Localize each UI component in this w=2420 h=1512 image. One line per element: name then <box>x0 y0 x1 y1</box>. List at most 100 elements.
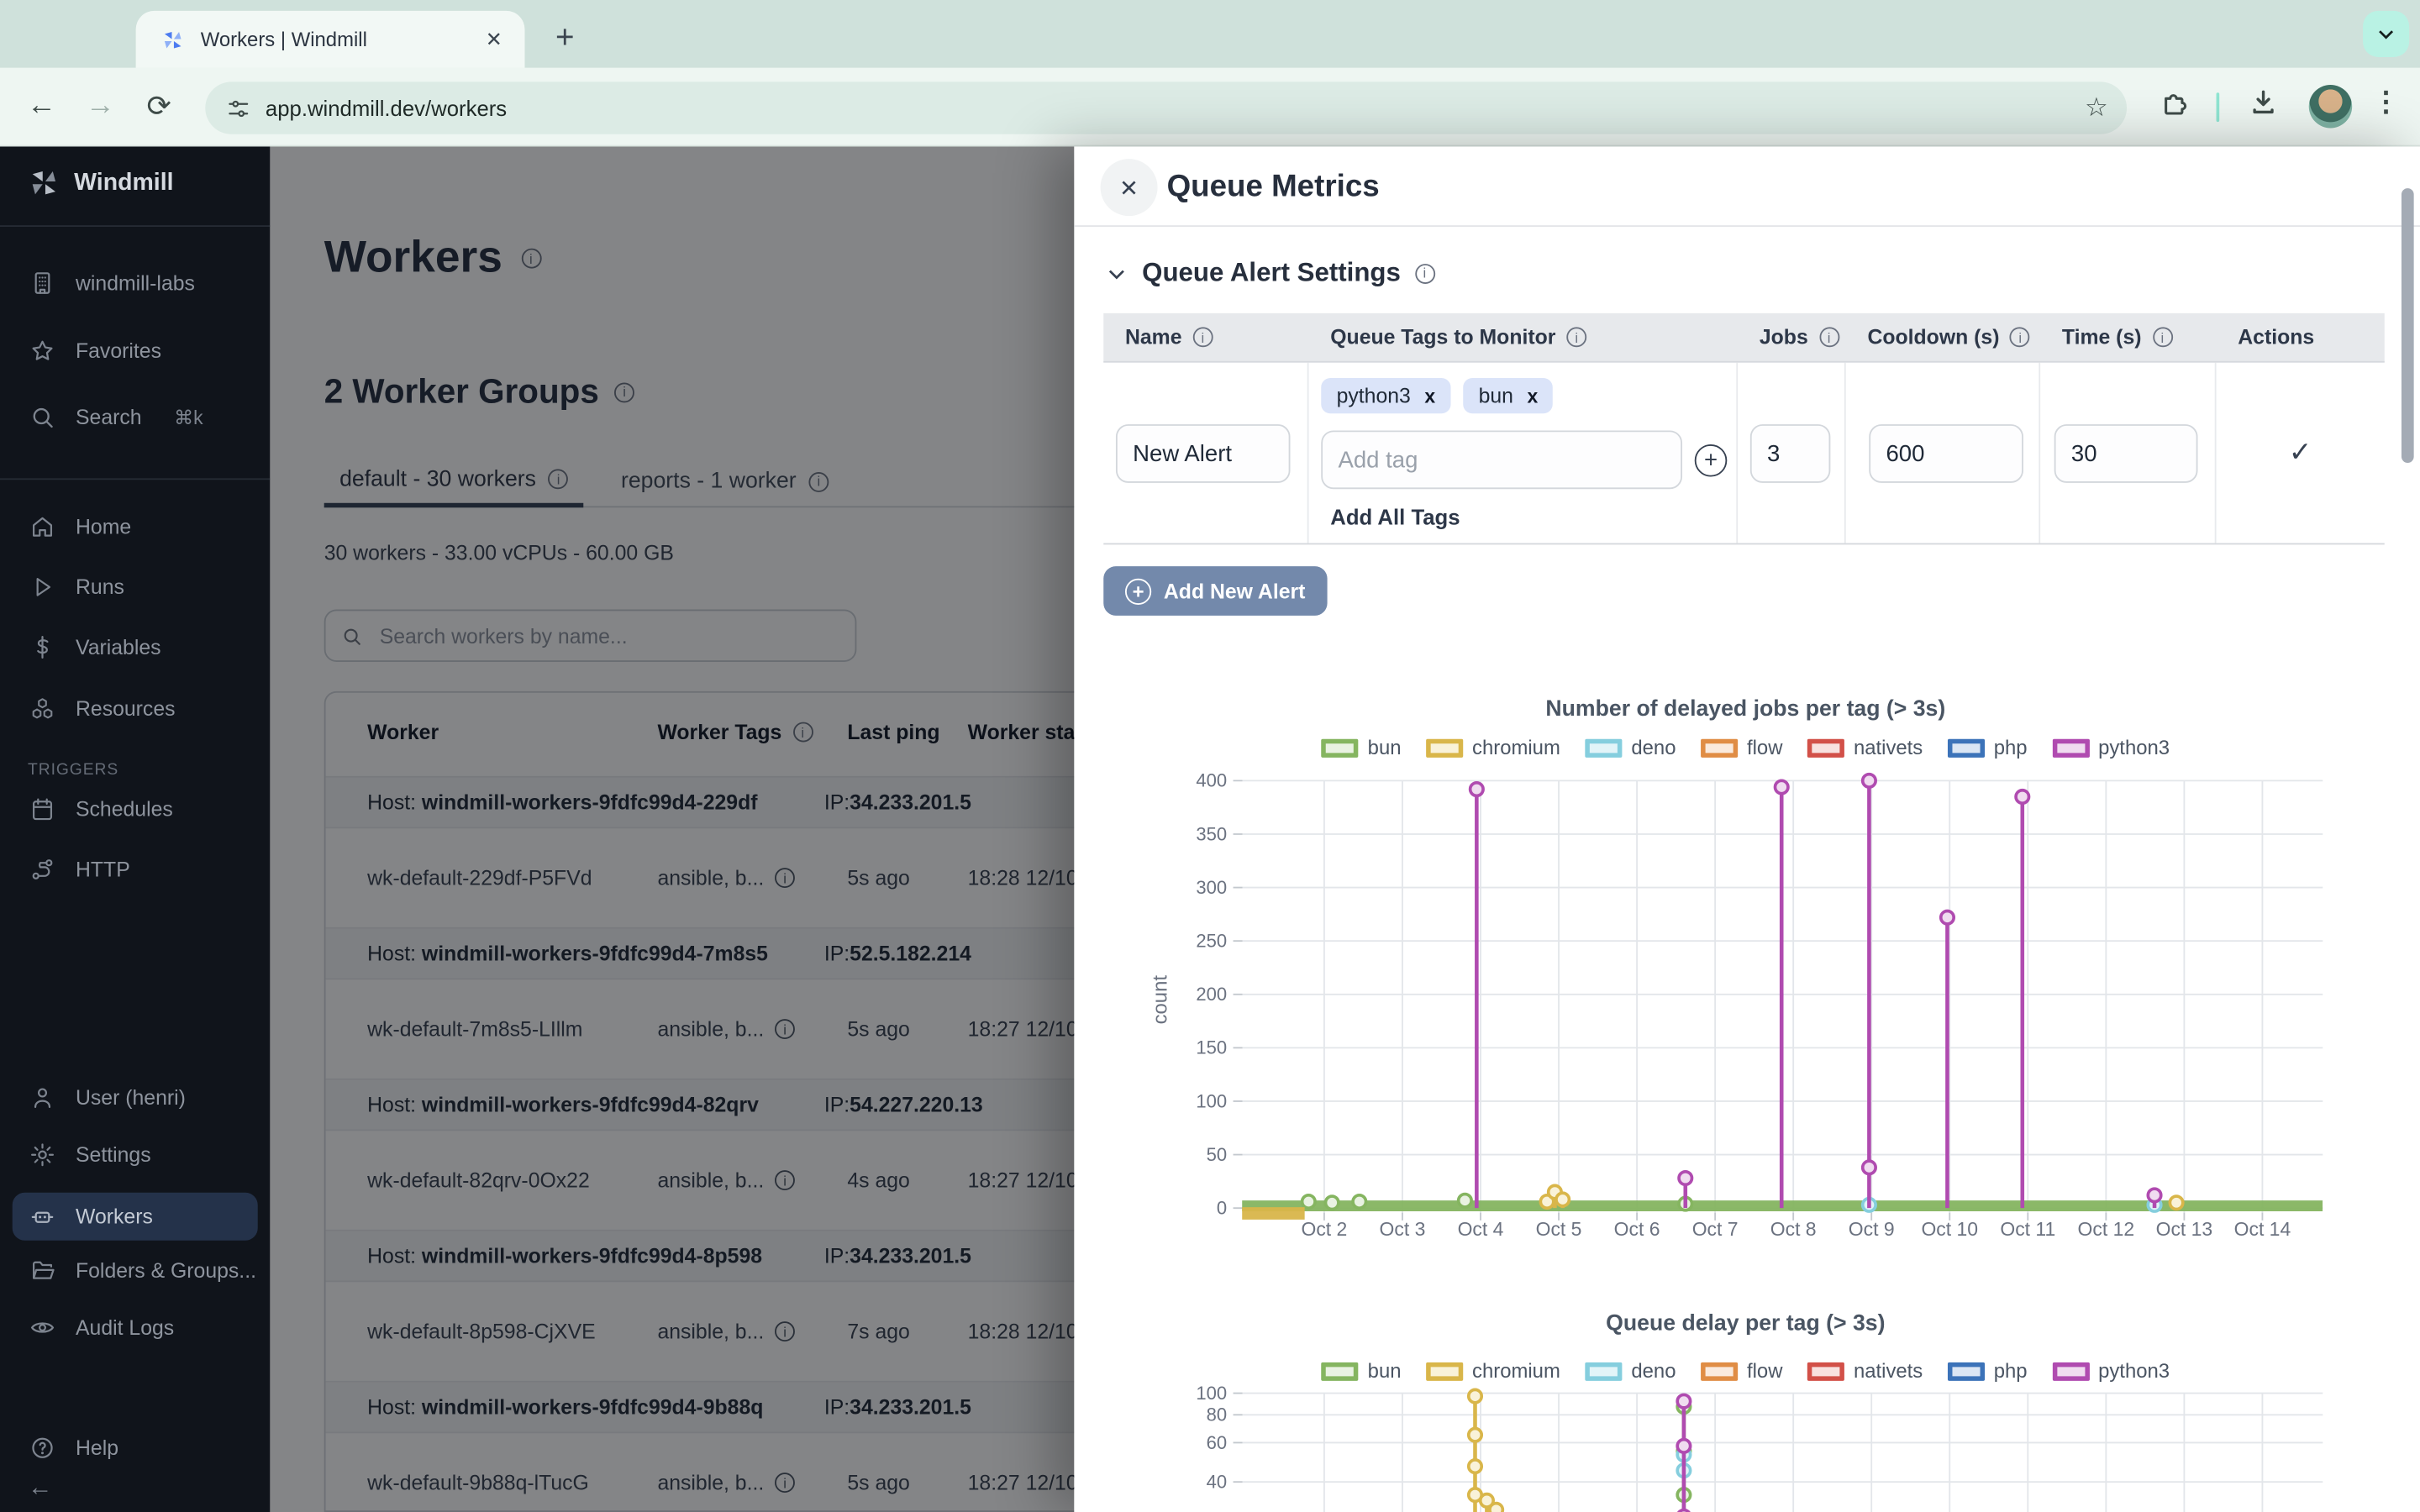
sidebar-divider <box>0 225 270 227</box>
sidebar: Windmill windmill-labs Favorites <box>0 146 270 1512</box>
url-text[interactable]: app.windmill.dev/workers <box>266 96 2085 120</box>
info-icon[interactable]: i <box>1414 263 1434 283</box>
legend-item-bun[interactable]: bun <box>1322 736 1402 759</box>
add-new-alert-button[interactable]: + Add New Alert <box>1103 566 1327 616</box>
site-settings-icon[interactable] <box>227 97 250 120</box>
tab-title: Workers | Windmill <box>201 28 479 51</box>
info-icon[interactable]: i <box>2152 327 2172 347</box>
confirm-check-icon[interactable]: ✓ <box>2289 437 2312 470</box>
sidebar-item-resources[interactable]: Resources <box>28 690 175 727</box>
add-tag-input[interactable] <box>1321 430 1682 489</box>
home-icon <box>28 512 55 540</box>
legend-item-chromium[interactable]: chromium <box>1426 1359 1560 1383</box>
sidebar-item-search[interactable]: Search ⌘k <box>28 398 203 435</box>
info-icon[interactable]: i <box>1192 327 1213 347</box>
sidebar-item-variables[interactable]: Variables <box>28 628 160 665</box>
info-icon[interactable]: i <box>2010 327 2030 347</box>
legend-item-deno[interactable]: deno <box>1585 736 1676 759</box>
legend-item-python3[interactable]: python3 <box>2052 1359 2170 1383</box>
section-title: Queue Alert Settings <box>1142 258 1401 289</box>
reload-button[interactable]: ⟳ <box>139 87 179 127</box>
sidebar-item-http[interactable]: HTTP <box>28 850 130 887</box>
legend-item-python3[interactable]: python3 <box>2052 736 2170 759</box>
drawer-scrollbar[interactable] <box>2402 188 2414 463</box>
svg-text:80: 80 <box>1207 1404 1228 1425</box>
add-tag-plus-icon[interactable]: + <box>1695 444 1728 477</box>
sidebar-item-user[interactable]: User (henri) <box>28 1079 186 1116</box>
tag-pill-python3: python3x <box>1321 378 1450 413</box>
back-button[interactable]: ← <box>22 87 62 127</box>
windmill-favicon <box>160 27 185 51</box>
legend-item-php[interactable]: php <box>1948 1359 2028 1383</box>
drawer-close-button[interactable]: ✕ <box>1101 159 1158 216</box>
alert-name-input[interactable] <box>1116 424 1291 483</box>
forward-button[interactable]: → <box>81 87 121 127</box>
eye-icon <box>28 1313 55 1341</box>
new-tab-button[interactable]: + <box>544 17 587 60</box>
jobs-input[interactable] <box>1750 424 1831 483</box>
sidebar-item-home[interactable]: Home <box>28 507 131 544</box>
info-icon[interactable]: i <box>1566 327 1586 347</box>
legend-swatch-icon <box>1322 1362 1359 1380</box>
sidebar-item-folders-groups[interactable]: Folders & Groups... <box>28 1252 256 1289</box>
sidebar-item-workspace[interactable]: windmill-labs <box>28 264 195 301</box>
browser-tab[interactable]: Workers | Windmill ✕ <box>136 11 525 68</box>
sidebar-collapse-button[interactable]: ← <box>28 1470 52 1507</box>
drawer-backdrop-overlay[interactable] <box>270 146 1074 1512</box>
legend-item-chromium[interactable]: chromium <box>1426 736 1560 759</box>
svg-text:350: 350 <box>1196 823 1227 844</box>
svg-text:Oct 10: Oct 10 <box>1921 1218 1978 1240</box>
time-input[interactable] <box>2054 424 2198 483</box>
svg-text:Oct 5: Oct 5 <box>1536 1218 1582 1240</box>
tab-close-icon[interactable]: ✕ <box>478 24 509 55</box>
bookmark-star-icon[interactable]: ☆ <box>2085 92 2108 123</box>
star-icon <box>28 336 55 364</box>
svg-text:60: 60 <box>1207 1432 1228 1453</box>
sidebar-item-settings[interactable]: Settings <box>28 1136 151 1173</box>
remove-tag-icon[interactable]: x <box>1424 385 1435 407</box>
add-all-tags-link[interactable]: Add All Tags <box>1330 505 1460 529</box>
legend-item-bun[interactable]: bun <box>1322 1359 1402 1383</box>
extensions-icon[interactable] <box>2160 87 2192 119</box>
url-bar[interactable]: app.windmill.dev/workers ☆ <box>205 81 2127 134</box>
sidebar-item-workers[interactable]: Workers <box>13 1193 258 1241</box>
browser-menu-kebab-icon[interactable]: ⋮ <box>2372 87 2400 119</box>
download-icon[interactable] <box>2247 87 2280 119</box>
column-header: Namei <box>1103 313 1308 361</box>
plus-circle-icon: + <box>1125 578 1151 604</box>
sidebar-item-help[interactable]: Help <box>28 1429 118 1466</box>
remove-tag-icon[interactable]: x <box>1528 385 1539 407</box>
legend-swatch-icon <box>1322 738 1359 757</box>
calendar-icon <box>28 795 55 822</box>
legend-item-nativets[interactable]: nativets <box>1807 1359 1923 1383</box>
svg-text:Oct 14: Oct 14 <box>2234 1218 2291 1240</box>
cooldown-input[interactable] <box>1869 424 2023 483</box>
chart1-title: Number of delayed jobs per tag (> 3s) <box>1136 697 2355 722</box>
user-icon <box>28 1083 55 1110</box>
alert-time-cell <box>2040 363 2216 543</box>
sidebar-item-label: Workers <box>76 1205 153 1228</box>
info-icon[interactable]: i <box>1819 327 1839 347</box>
sidebar-item-label: User (henri) <box>76 1085 186 1109</box>
profile-avatar[interactable] <box>2309 85 2352 128</box>
sidebar-item-favorites[interactable]: Favorites <box>28 332 161 369</box>
svg-text:250: 250 <box>1196 931 1227 952</box>
tab-list-chevron-button[interactable] <box>2363 11 2409 57</box>
gear-icon <box>28 1140 55 1168</box>
sidebar-item-schedules[interactable]: Schedules <box>28 790 173 827</box>
sidebar-divider <box>0 478 270 480</box>
sidebar-brand[interactable]: Windmill <box>28 166 173 199</box>
alert-jobs-cell <box>1738 363 1846 543</box>
legend-item-flow[interactable]: flow <box>1701 1359 1783 1383</box>
queue-alert-settings-header[interactable]: Queue Alert Settings i <box>1105 258 1434 289</box>
legend-item-flow[interactable]: flow <box>1701 736 1783 759</box>
svg-text:Oct 13: Oct 13 <box>2156 1218 2213 1240</box>
legend-swatch-icon <box>1585 738 1622 757</box>
sidebar-item-label: Settings <box>76 1142 151 1166</box>
legend-item-php[interactable]: php <box>1948 736 2028 759</box>
sidebar-item-runs[interactable]: Runs <box>28 568 124 605</box>
sidebar-item-audit-logs[interactable]: Audit Logs <box>28 1309 174 1346</box>
legend-item-deno[interactable]: deno <box>1585 1359 1676 1383</box>
legend-item-nativets[interactable]: nativets <box>1807 736 1923 759</box>
chart1-legend: bun chromium deno flow nativets php python3 <box>1136 736 2355 759</box>
